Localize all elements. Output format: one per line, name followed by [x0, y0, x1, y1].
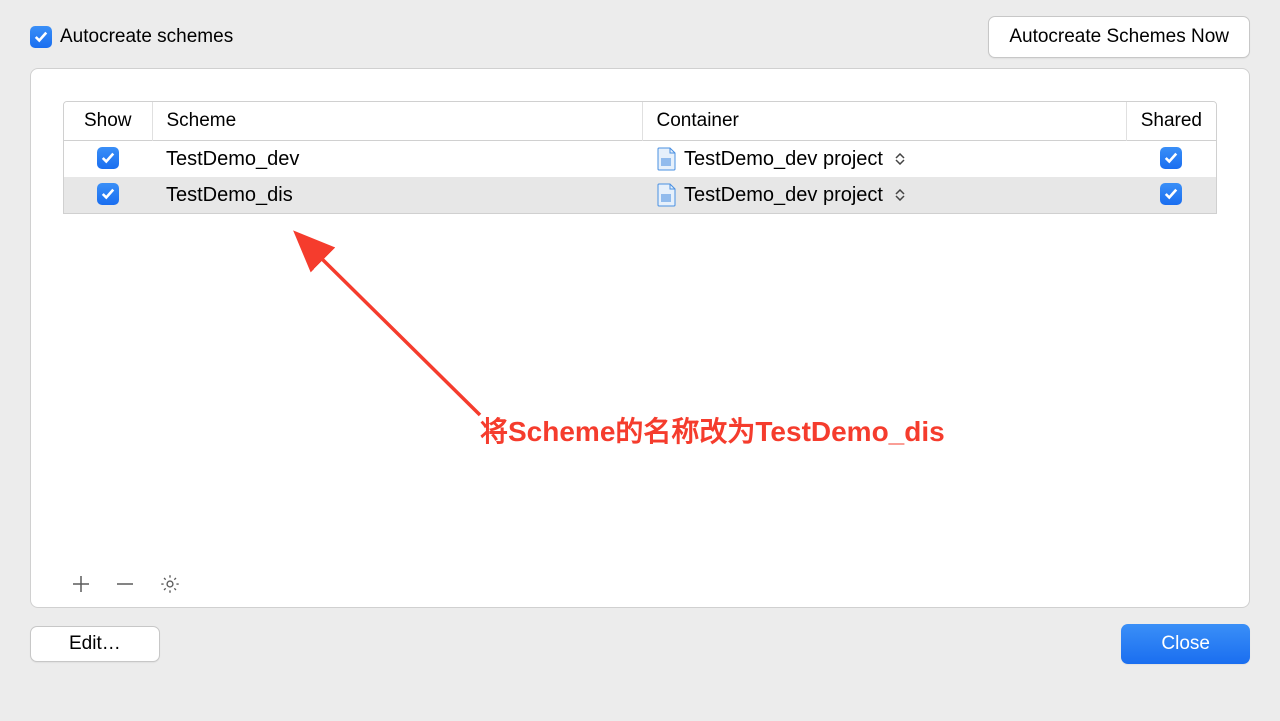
shared-checkbox[interactable]	[1160, 147, 1182, 169]
toolbar	[71, 573, 181, 595]
container-cell[interactable]: TestDemo_dev project	[656, 147, 1112, 171]
gear-icon	[159, 573, 181, 595]
plus-icon	[71, 574, 91, 594]
shared-checkbox[interactable]	[1160, 183, 1182, 205]
table-row[interactable]: TestDemo_dev TestDemo_dev project	[64, 141, 1216, 178]
add-button[interactable]	[71, 574, 91, 594]
col-header-show[interactable]: Show	[64, 102, 152, 141]
project-icon	[656, 183, 676, 207]
schemes-panel: Show Scheme Container Shared TestDemo_de…	[30, 68, 1250, 608]
scheme-name-cell[interactable]: TestDemo_dis	[152, 177, 642, 213]
scheme-name-cell[interactable]: TestDemo_dev	[152, 141, 642, 178]
edit-button[interactable]: Edit…	[30, 626, 160, 662]
minus-icon	[115, 574, 135, 594]
container-cell[interactable]: TestDemo_dev project	[656, 183, 1112, 207]
project-icon	[656, 147, 676, 171]
autocreate-now-button[interactable]: Autocreate Schemes Now	[988, 16, 1250, 58]
container-label: TestDemo_dev project	[684, 184, 883, 207]
col-header-shared[interactable]: Shared	[1126, 102, 1216, 141]
schemes-table-wrap: Show Scheme Container Shared TestDemo_de…	[63, 101, 1217, 214]
bottom-bar: Edit… Close	[0, 608, 1280, 680]
table-header-row: Show Scheme Container Shared	[64, 102, 1216, 141]
settings-button[interactable]	[159, 573, 181, 595]
col-header-container[interactable]: Container	[642, 102, 1126, 141]
container-label: TestDemo_dev project	[684, 148, 883, 171]
table-row[interactable]: TestDemo_dis TestDemo_dev project	[64, 177, 1216, 213]
autocreate-toggle-group: Autocreate schemes	[30, 26, 233, 48]
top-bar: Autocreate schemes Autocreate Schemes No…	[0, 0, 1280, 68]
col-header-scheme[interactable]: Scheme	[152, 102, 642, 141]
close-button[interactable]: Close	[1121, 624, 1250, 664]
stepper-icon[interactable]	[895, 189, 905, 201]
autocreate-checkbox[interactable]	[30, 26, 52, 48]
show-checkbox[interactable]	[97, 147, 119, 169]
stepper-icon[interactable]	[895, 153, 905, 165]
schemes-table: Show Scheme Container Shared TestDemo_de…	[64, 102, 1216, 213]
remove-button[interactable]	[115, 574, 135, 594]
autocreate-label: Autocreate schemes	[60, 26, 233, 48]
show-checkbox[interactable]	[97, 183, 119, 205]
